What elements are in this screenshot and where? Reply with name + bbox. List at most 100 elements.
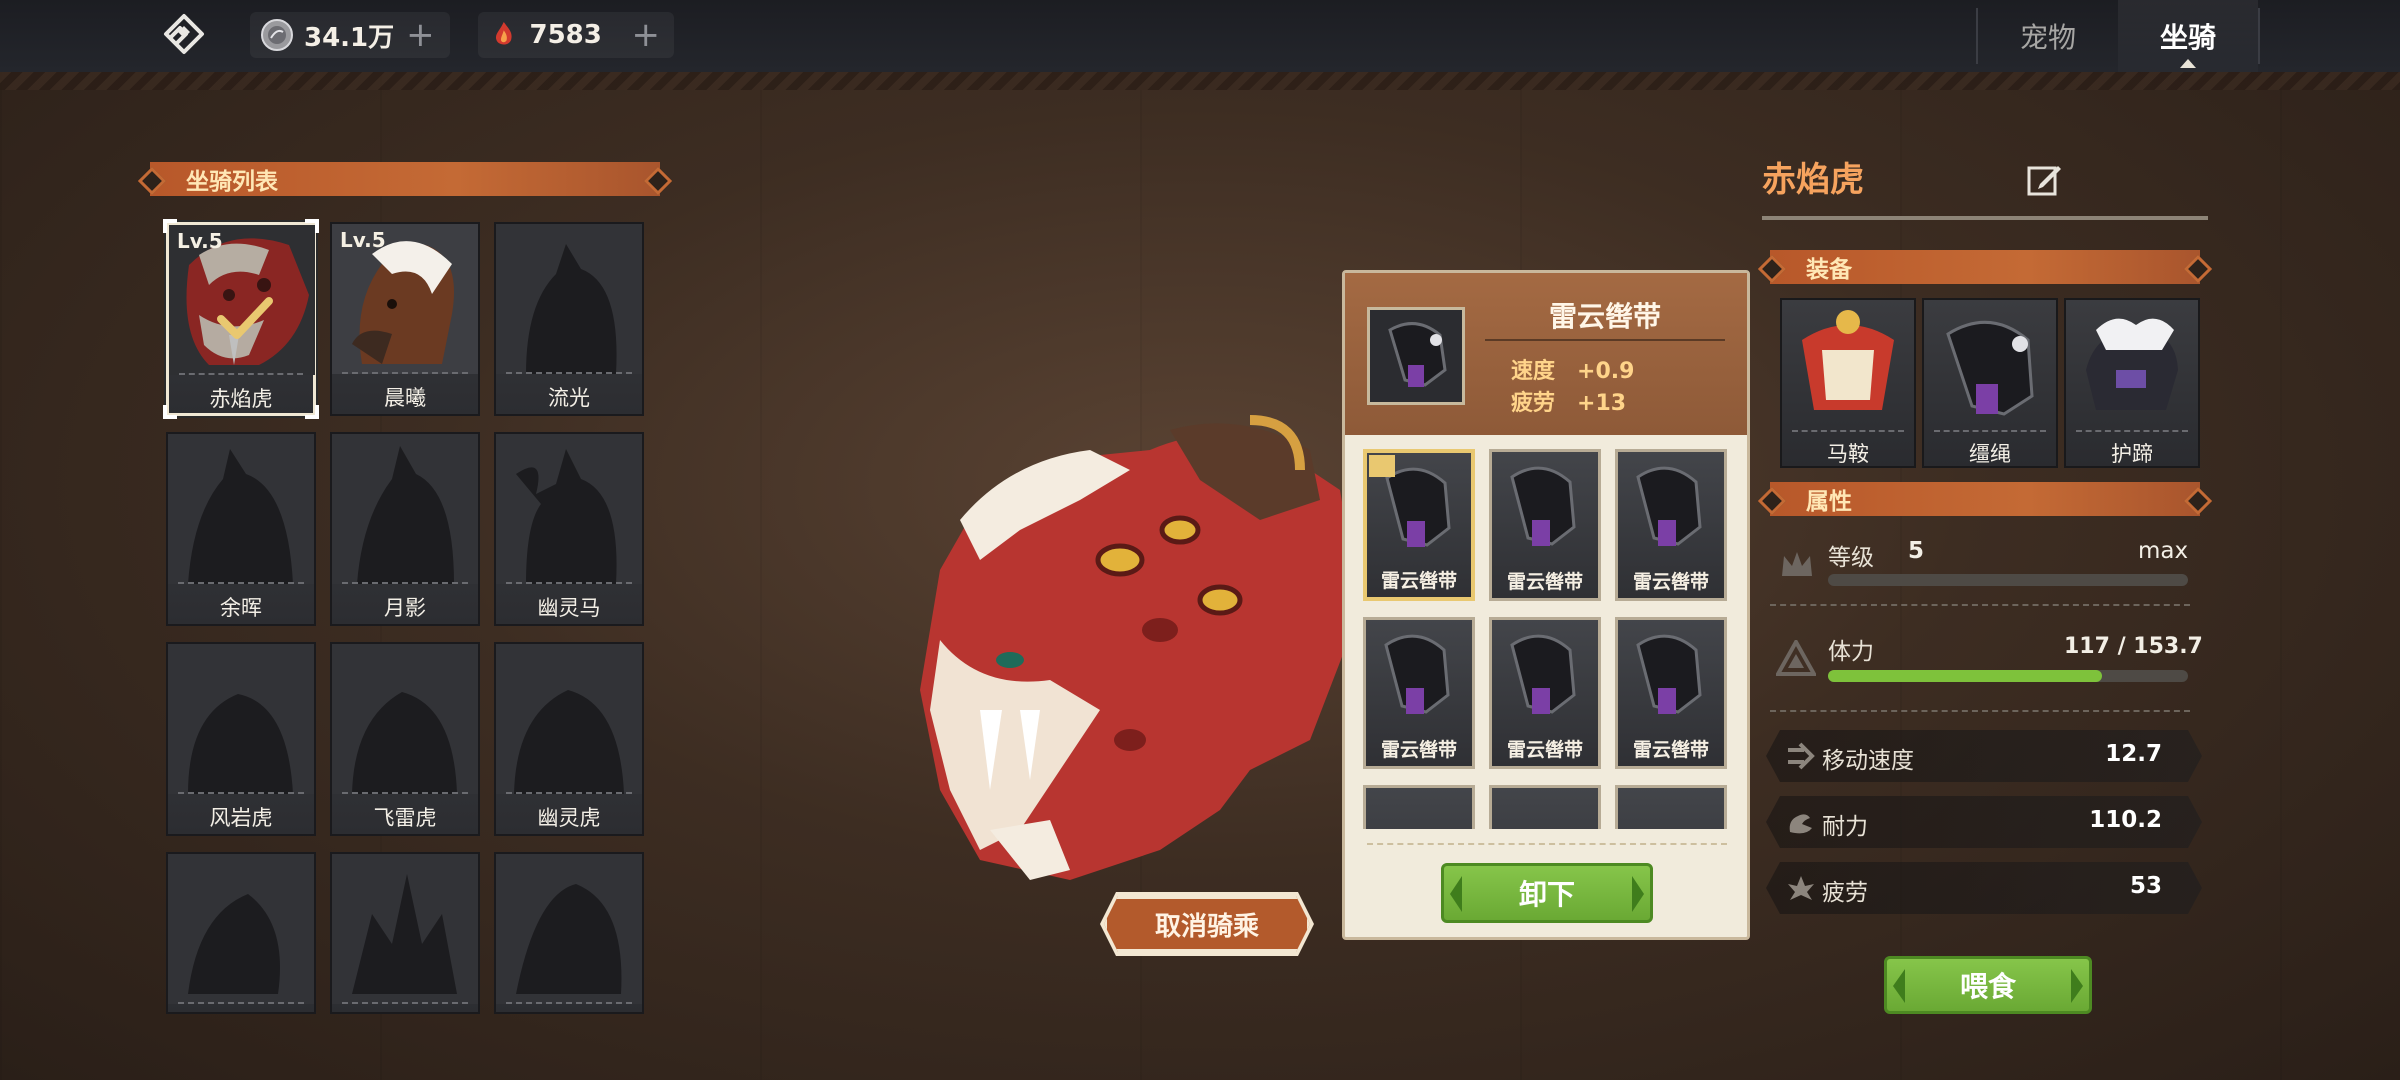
equipment-item[interactable]: 雷云辔带	[1615, 617, 1727, 769]
equip-slot-name: 马鞍	[1827, 442, 1869, 466]
mount-name: 余晖	[220, 596, 262, 620]
mount-name: 赤焰虎	[209, 387, 273, 411]
equipment-section-title: 装备	[1806, 257, 1852, 283]
fire-crystal-icon	[495, 22, 512, 45]
feed-label: 喂食	[1959, 970, 2016, 1003]
arm-icon	[1786, 808, 1816, 836]
bridle-item-icon	[1367, 307, 1465, 405]
item-name: 雷云辔带	[1632, 571, 1709, 593]
add-crystal-button[interactable]: +	[632, 18, 661, 52]
stat-value: 53	[2129, 873, 2162, 899]
mount-name-title: 赤焰虎	[1762, 160, 1864, 200]
saddle-icon	[1802, 310, 1894, 410]
stamina-bar-fill	[1828, 670, 2102, 682]
card-divider	[178, 582, 304, 584]
mount-card-locked[interactable]: 幽灵虎	[494, 642, 644, 836]
tab-mounts[interactable]: 坐骑	[2118, 0, 2258, 72]
silver-coin-icon	[261, 19, 293, 51]
edit-icon[interactable]	[2026, 162, 2062, 198]
mount-card-locked[interactable]: 余晖	[166, 432, 316, 626]
popup-divider	[1367, 843, 1727, 845]
stat-row-move-speed: 移动速度 12.7	[1766, 730, 2202, 782]
add-silver-button[interactable]: +	[406, 18, 435, 52]
mount-card-locked[interactable]	[166, 852, 316, 1014]
stamina-triangle-icon	[1776, 640, 1816, 676]
stat-row-endurance: 耐力 110.2	[1766, 796, 2202, 848]
mount-3d-model[interactable]	[920, 410, 1360, 890]
title-underline	[1485, 339, 1725, 341]
bridle-icon	[1946, 320, 2034, 416]
card-divider	[178, 792, 304, 794]
equipment-item[interactable]	[1363, 785, 1475, 829]
popup-stat-fatigue: 疲劳 +13	[1511, 385, 1626, 417]
cancel-ride-label: 取消骑乘	[1154, 911, 1259, 942]
mount-card-locked[interactable]: 幽灵马	[494, 432, 644, 626]
unequip-label: 卸下	[1518, 878, 1575, 911]
mount-card-locked[interactable]: 月影	[330, 432, 480, 626]
level-max-label: max	[2138, 538, 2189, 564]
unequip-button[interactable]: 卸下	[1441, 863, 1653, 923]
card-divider	[342, 792, 468, 794]
stat-value: 110.2	[2089, 807, 2162, 833]
locked-mount-silhouette	[332, 434, 478, 584]
crystal-currency: 7583 +	[478, 12, 674, 58]
stat-value: 12.7	[2105, 741, 2162, 767]
equipment-item[interactable]: 雷云辔带	[1363, 449, 1475, 601]
selection-corner	[163, 219, 177, 233]
equip-slot-bridle[interactable]: 缰绳	[1922, 298, 2058, 468]
locked-mount-silhouette	[332, 644, 478, 794]
tab-pets[interactable]: 宠物	[1978, 0, 2118, 72]
card-divider	[506, 372, 632, 374]
mount-level: Lv.5	[340, 228, 386, 252]
equipment-item[interactable]: 雷云辔带	[1363, 617, 1475, 769]
feed-button[interactable]: 喂食	[1884, 956, 2092, 1014]
stat-value: +13	[1577, 391, 1627, 416]
card-divider	[342, 582, 468, 584]
card-divider	[1792, 430, 1904, 432]
locked-mount-silhouette	[496, 434, 642, 584]
attr-divider	[1770, 710, 2190, 712]
mount-card-locked[interactable]: 风岩虎	[166, 642, 316, 836]
mount-list-header: 坐骑列表	[150, 162, 660, 196]
stat-label: 疲劳	[1511, 391, 1556, 416]
card-divider	[179, 373, 303, 375]
equip-slot-hoof-guard[interactable]: 护蹄	[2064, 298, 2200, 468]
popup-stat-speed: 速度 +0.9	[1511, 353, 1634, 385]
mount-card-locked[interactable]: 流光	[494, 222, 644, 416]
equipped-check-icon	[1369, 455, 1395, 477]
locked-mount-silhouette	[168, 644, 314, 794]
mount-card-locked[interactable]	[330, 852, 480, 1014]
locked-mount-silhouette	[332, 854, 478, 1004]
locked-mount-silhouette	[496, 644, 642, 794]
mount-name: 晨曦	[384, 386, 426, 410]
equipment-item[interactable]: 雷云辔带	[1615, 449, 1727, 601]
equip-slot-name: 缰绳	[1969, 442, 2011, 466]
equipment-item[interactable]: 雷云辔带	[1489, 617, 1601, 769]
equipment-item[interactable]	[1615, 785, 1727, 829]
crystal-amount: 7583	[529, 20, 602, 50]
game-logo-icon[interactable]	[160, 12, 208, 60]
equip-slot-saddle[interactable]: 马鞍	[1780, 298, 1916, 468]
stat-label: 移动速度	[1822, 748, 1914, 774]
locked-mount-silhouette	[168, 434, 314, 584]
tab-mounts-label: 坐骑	[2159, 21, 2216, 54]
card-divider	[506, 582, 632, 584]
mount-card-dawn-horse[interactable]: Lv.5 晨曦	[330, 222, 480, 416]
card-divider	[2076, 430, 2188, 432]
selected-check-icon	[217, 297, 273, 339]
card-divider	[1934, 430, 2046, 432]
attributes-section-title: 属性	[1806, 489, 1852, 515]
card-divider	[342, 1002, 468, 1004]
equipment-item[interactable]	[1489, 785, 1601, 829]
mount-card-locked[interactable]: 飞雷虎	[330, 642, 480, 836]
mount-card-red-tiger[interactable]: Lv.5 赤焰虎	[163, 219, 319, 419]
bridle-icon	[1388, 322, 1447, 387]
equipment-item[interactable]: 雷云辔带	[1489, 449, 1601, 601]
popup-item-title: 雷云辔带	[1548, 300, 1661, 333]
cancel-ride-button[interactable]: 取消骑乘	[1104, 896, 1310, 952]
mount-card-locked[interactable]	[494, 852, 644, 1014]
tab-pets-label: 宠物	[2019, 21, 2076, 54]
silver-amount: 34.1万	[304, 22, 395, 53]
bridle-icon	[1510, 634, 1576, 714]
locked-mount-silhouette	[496, 854, 642, 1004]
